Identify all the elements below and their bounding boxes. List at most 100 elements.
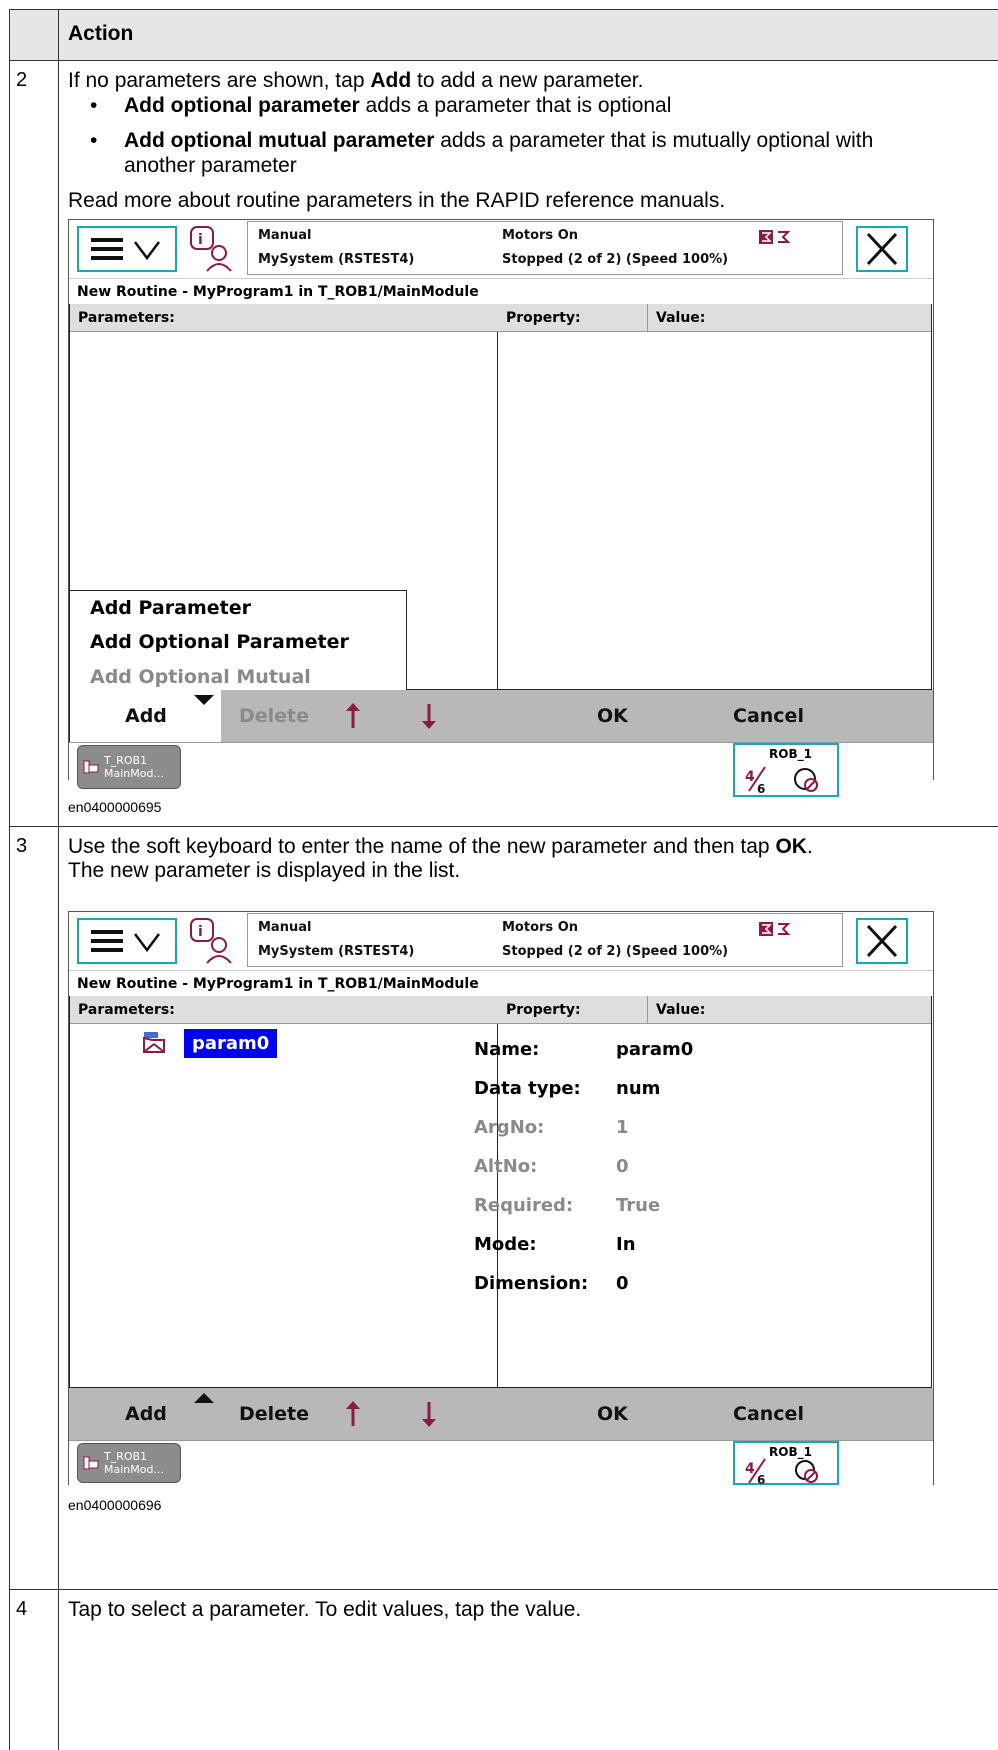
window-title: New Routine - MyProgram1 in T_ROB1/MainM… <box>69 970 933 996</box>
property-header: Property: <box>498 304 648 332</box>
delete-button[interactable]: Delete <box>239 1388 309 1440</box>
module-name: MainMod... <box>104 1463 164 1476</box>
move-down-icon[interactable] <box>419 702 439 730</box>
cancel-button[interactable]: Cancel <box>733 1388 804 1440</box>
prop-value-dimension[interactable]: 0 <box>616 1273 629 1294</box>
property-pane[interactable]: Property: Value: <box>498 996 932 1388</box>
move-up-icon[interactable] <box>343 1400 363 1428</box>
add-popup-menu: Add Parameter Add Optional Parameter Add… <box>69 590 407 710</box>
task-button[interactable]: T_ROB1 MainMod... <box>77 745 181 789</box>
step-text: Tap to select a parameter. To edit value… <box>68 1598 582 1621</box>
cancel-button[interactable]: Cancel <box>733 690 804 742</box>
prop-value-argno: 1 <box>616 1117 629 1138</box>
close-icon <box>866 232 898 266</box>
svg-text:6: 6 <box>757 782 765 795</box>
jog-status-icon: 4 6 <box>745 1458 818 1485</box>
step-number: 3 <box>16 835 28 857</box>
top-bar: i Manual MySystem (RSTEST4) Motors On St… <box>69 912 933 970</box>
status-icons <box>759 230 791 244</box>
svg-text:6: 6 <box>757 1473 765 1485</box>
program-state: Stopped (2 of 2) (Speed 100%) <box>502 252 729 267</box>
module-icon <box>83 760 99 774</box>
step-row-3: 3 Use the soft keyboard to enter the nam… <box>10 827 998 1590</box>
move-up-icon[interactable] <box>343 702 363 730</box>
property-pane[interactable]: Property: Value: <box>498 304 932 690</box>
prop-value-altno: 0 <box>616 1156 629 1177</box>
abb-menu-button[interactable] <box>77 226 177 272</box>
bullet-text: Add optional mutual parameter adds a par… <box>124 129 874 152</box>
step-text: Use the soft keyboard to enter the name … <box>68 835 813 858</box>
module-name: MainMod... <box>104 767 164 780</box>
top-bar: i Manual MySystem (RSTEST4) Motors On St… <box>69 220 933 278</box>
instruction-table: Action 2 If no parameters are shown, tap… <box>9 9 998 1750</box>
prop-label-altno: AltNo: <box>474 1156 538 1177</box>
abb-menu-button[interactable] <box>77 918 177 964</box>
ok-button[interactable]: OK <box>597 1388 628 1440</box>
figure-caption: en0400000695 <box>68 799 162 815</box>
step-text: If no parameters are shown, tap Add to a… <box>68 69 644 92</box>
task-name: T_ROB1 <box>104 1450 148 1463</box>
caret-up-icon <box>194 1393 214 1403</box>
step-text-2: The new parameter is displayed in the li… <box>68 859 461 882</box>
prop-label-name: Name: <box>474 1039 540 1060</box>
flexpendant-screenshot-2: i Manual MySystem (RSTEST4) Motors On St… <box>68 911 934 1485</box>
prop-value-name[interactable]: param0 <box>616 1039 693 1060</box>
motors-state: Motors On <box>502 228 578 243</box>
step-row-4: 4 Tap to select a parameter. To edit val… <box>10 1590 998 1750</box>
close-button[interactable] <box>856 918 908 964</box>
prop-label-dimension: Dimension: <box>474 1273 589 1294</box>
prop-value-required: True <box>616 1195 661 1216</box>
step-number: 2 <box>16 69 28 91</box>
caret-down-icon <box>194 695 214 705</box>
task-button[interactable]: T_ROB1 MainMod... <box>77 1443 181 1483</box>
event-log-icon[interactable]: i <box>189 225 233 273</box>
delete-button[interactable]: Delete <box>239 690 309 742</box>
step-note: Read more about routine parameters in th… <box>68 189 726 212</box>
program-state: Stopped (2 of 2) (Speed 100%) <box>502 944 729 959</box>
status-icons <box>759 922 791 936</box>
menu-item-add-parameter[interactable]: Add Parameter <box>90 597 251 619</box>
parameter-icon <box>143 1032 165 1053</box>
command-bar: Add Delete OK Cancel <box>69 690 933 742</box>
svg-text:i: i <box>198 232 203 248</box>
prop-value-datatype[interactable]: num <box>616 1078 660 1099</box>
bullet-item: • <box>90 129 98 152</box>
step-row-2: 2 If no parameters are shown, tap Add to… <box>10 61 998 827</box>
add-button[interactable]: Add <box>125 690 167 742</box>
parameters-header: Parameters: <box>70 996 498 1024</box>
value-header: Value: <box>648 996 931 1024</box>
event-log-icon[interactable]: i <box>189 917 233 965</box>
task-bar: T_ROB1 MainMod... ROB_1 4 6 <box>69 1440 933 1485</box>
ok-button[interactable]: OK <box>597 690 628 742</box>
mechanical-unit: ROB_1 <box>769 747 812 761</box>
header-action: Action <box>68 22 134 45</box>
move-down-icon[interactable] <box>419 1400 439 1428</box>
menu-item-add-optional-parameter[interactable]: Add Optional Parameter <box>90 631 349 653</box>
prop-label-datatype: Data type: <box>474 1078 581 1099</box>
step-number: 4 <box>16 1598 28 1620</box>
parameters-pane[interactable]: Parameters: param0 <box>69 996 498 1388</box>
system-name: MySystem (RSTEST4) <box>258 944 415 959</box>
svg-text:i: i <box>198 924 203 940</box>
jog-status-icon: 4 6 <box>745 766 818 795</box>
motors-state: Motors On <box>502 920 578 935</box>
status-bar: Manual MySystem (RSTEST4) Motors On Stop… <box>247 913 843 967</box>
parameters-header: Parameters: <box>70 304 498 332</box>
menu-icon <box>91 930 160 953</box>
status-bar: Manual MySystem (RSTEST4) Motors On Stop… <box>247 221 843 275</box>
prop-value-mode[interactable]: In <box>616 1234 636 1255</box>
figure-caption: en0400000696 <box>68 1497 162 1513</box>
prop-label-mode: Mode: <box>474 1234 537 1255</box>
bullet-text: Add optional parameter adds a parameter … <box>124 94 672 117</box>
bullet-text-cont: another parameter <box>124 154 297 177</box>
command-bar: Add Delete OK Cancel <box>69 1388 933 1440</box>
window-title: New Routine - MyProgram1 in T_ROB1/MainM… <box>69 278 933 304</box>
operating-mode: Manual <box>258 920 312 935</box>
prop-label-required: Required: <box>474 1195 574 1216</box>
add-button[interactable]: Add <box>125 1388 167 1440</box>
quickset-button[interactable]: ROB_1 4 6 <box>733 1441 839 1485</box>
close-button[interactable] <box>856 226 908 272</box>
parameter-item-selected[interactable]: param0 <box>184 1029 278 1058</box>
quickset-button[interactable]: ROB_1 4 6 <box>733 743 839 797</box>
close-icon <box>866 924 898 958</box>
